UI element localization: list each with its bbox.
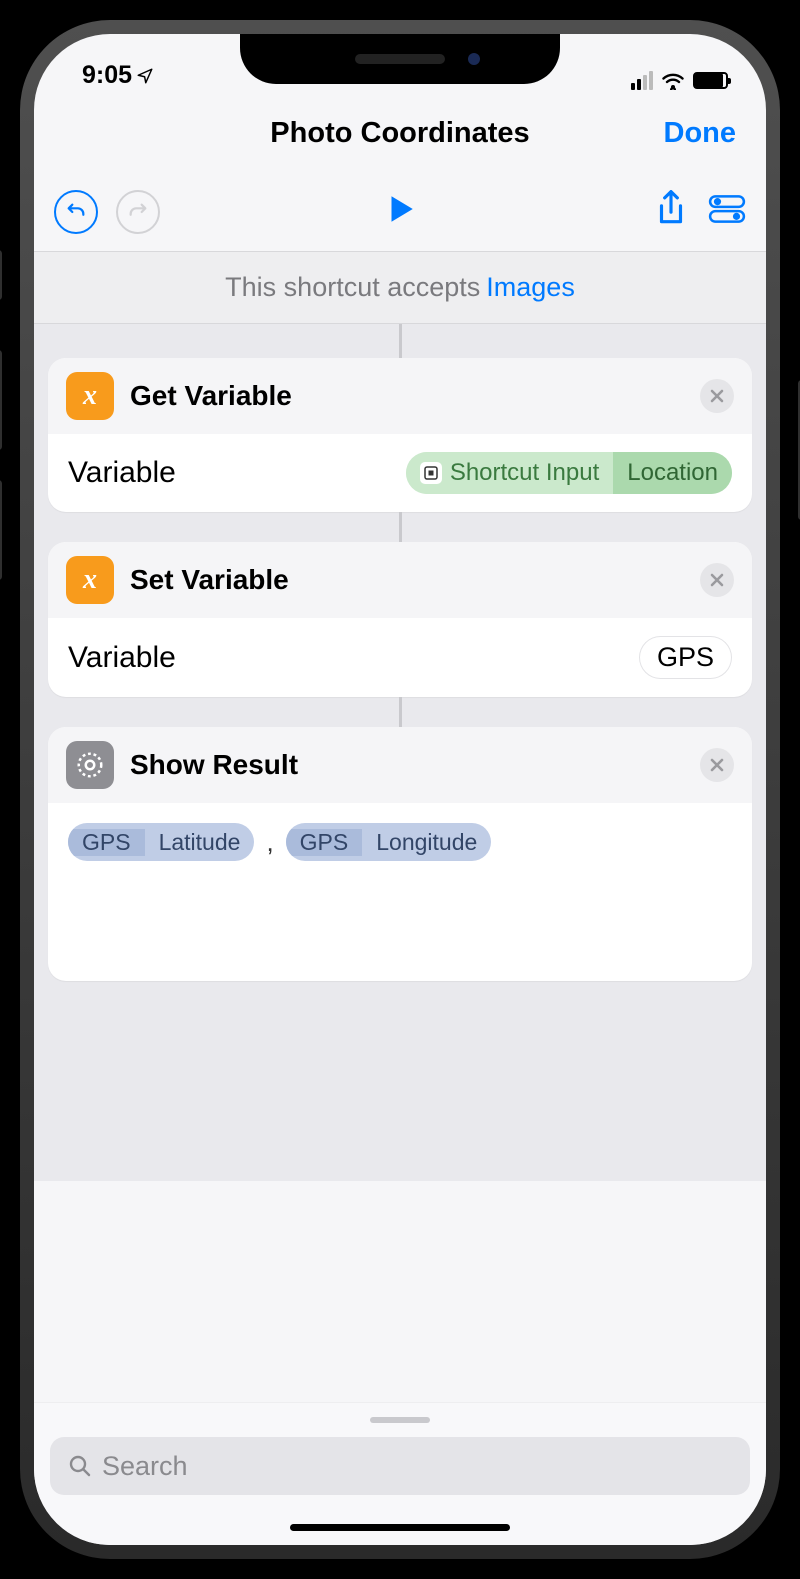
accepts-bar[interactable]: This shortcut accepts Images: [34, 252, 766, 324]
variable-token-shortcut-input[interactable]: Shortcut Input Location: [406, 452, 732, 494]
remove-action-button[interactable]: [700, 748, 734, 782]
cell-signal-icon: [631, 71, 653, 90]
token-detail: Location: [613, 452, 732, 494]
status-time: 9:05: [82, 61, 154, 90]
phone-bezel: 9:05 Photo Coordinates Done: [20, 20, 780, 1559]
remove-action-button[interactable]: [700, 563, 734, 597]
search-input[interactable]: Search: [50, 1437, 750, 1495]
notch: [240, 34, 560, 84]
redo-button[interactable]: [116, 190, 160, 234]
battery-icon: [693, 72, 728, 89]
speaker: [355, 54, 445, 64]
close-icon: [709, 388, 725, 404]
volume-down-button: [0, 480, 2, 580]
param-label: Variable: [68, 641, 176, 675]
variable-token-gps-latitude[interactable]: GPS Latitude: [68, 823, 254, 861]
share-icon: [652, 190, 690, 228]
redo-icon: [127, 201, 149, 223]
connector: [399, 697, 402, 727]
action-title: Show Result: [130, 749, 298, 781]
search-icon: [68, 1454, 92, 1478]
action-show-result[interactable]: Show Result GPS Latitude , GPS Longitude: [48, 727, 752, 981]
gear-icon: [66, 741, 114, 789]
play-icon: [383, 192, 417, 226]
screen: 9:05 Photo Coordinates Done: [34, 34, 766, 1545]
action-title: Set Variable: [130, 564, 289, 596]
workflow-canvas: x Get Variable Variable Shortcut Input L…: [34, 324, 766, 1181]
done-button[interactable]: Done: [664, 117, 737, 150]
search-placeholder: Search: [102, 1451, 188, 1482]
variable-icon: x: [66, 556, 114, 604]
variable-token-gps-longitude[interactable]: GPS Longitude: [286, 823, 492, 861]
phone-frame: 9:05 Photo Coordinates Done: [0, 0, 800, 1579]
token-text: GPS: [286, 829, 363, 856]
toolbar: [34, 172, 766, 252]
volume-up-button: [0, 350, 2, 450]
connector: [399, 324, 402, 358]
clock-text: 9:05: [82, 61, 132, 90]
action-get-variable[interactable]: x Get Variable Variable Shortcut Input L…: [48, 358, 752, 512]
toggles-icon: [708, 190, 746, 228]
separator: ,: [262, 827, 277, 858]
side-button: [0, 250, 2, 300]
param-label: Variable: [68, 456, 176, 490]
accepts-type-link[interactable]: Images: [486, 272, 575, 303]
token-text: Shortcut Input: [450, 459, 599, 487]
remove-action-button[interactable]: [700, 379, 734, 413]
input-box-icon: [420, 462, 442, 484]
token-detail: Latitude: [145, 829, 255, 856]
nav-header: Photo Coordinates Done: [34, 94, 766, 172]
share-button[interactable]: [652, 190, 690, 233]
token-text: GPS: [68, 829, 145, 856]
undo-icon: [65, 201, 87, 223]
page-title: Photo Coordinates: [270, 117, 529, 150]
variable-icon: x: [66, 372, 114, 420]
variable-name-field[interactable]: GPS: [639, 636, 732, 679]
accepts-text: This shortcut accepts: [225, 272, 480, 303]
drag-handle[interactable]: [370, 1417, 430, 1423]
undo-button[interactable]: [54, 190, 98, 234]
connector: [399, 512, 402, 542]
settings-toggle-button[interactable]: [708, 190, 746, 233]
action-set-variable[interactable]: x Set Variable Variable GPS: [48, 542, 752, 697]
wifi-icon: [661, 70, 685, 90]
result-text-field[interactable]: GPS Latitude , GPS Longitude: [48, 803, 752, 981]
close-icon: [709, 757, 725, 773]
action-title: Get Variable: [130, 380, 292, 412]
home-indicator[interactable]: [290, 1524, 510, 1531]
front-camera: [468, 53, 480, 65]
location-arrow-icon: [136, 67, 154, 85]
play-button[interactable]: [383, 192, 417, 231]
close-icon: [709, 572, 725, 588]
token-detail: Longitude: [362, 829, 491, 856]
